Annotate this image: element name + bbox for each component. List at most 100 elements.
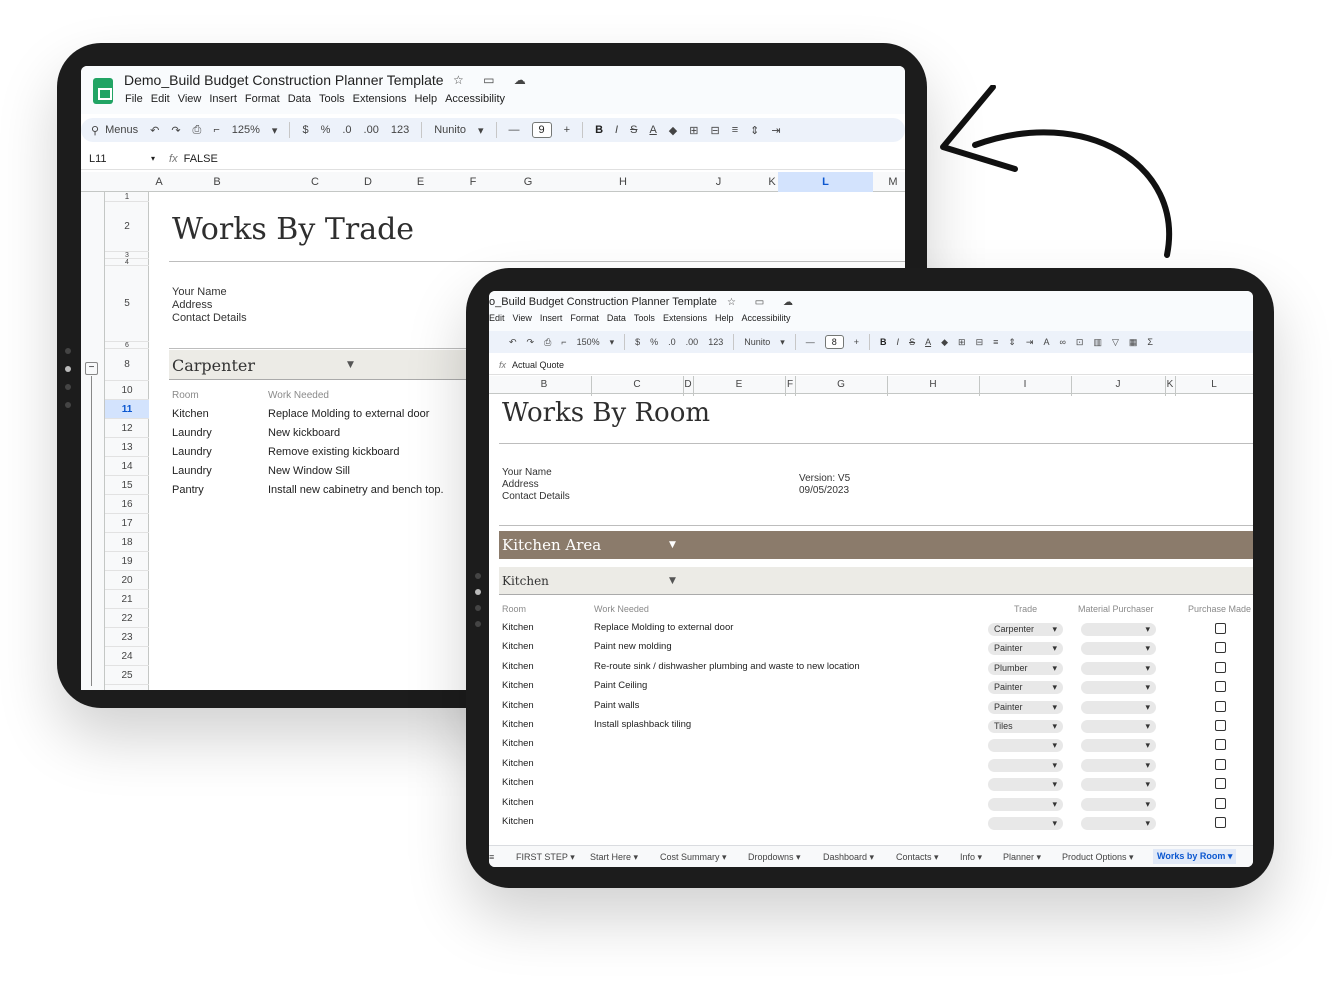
column-e[interactable]: E [693, 379, 785, 390]
zoom-select[interactable]: 125% [232, 124, 260, 136]
fill-color-icon[interactable]: ◆ [941, 337, 948, 348]
row-10[interactable]: 10 [105, 381, 149, 400]
column-g[interactable]: G [478, 176, 578, 188]
redo-icon[interactable]: ↷ [527, 337, 535, 348]
strikethrough-icon[interactable]: S [630, 124, 637, 136]
purchaser-dropdown[interactable] [1081, 681, 1156, 695]
bold-icon[interactable]: B [880, 337, 887, 347]
currency-button[interactable]: $ [302, 124, 308, 136]
currency-button[interactable]: $ [635, 337, 640, 347]
room-cell[interactable]: Kitchen [502, 797, 534, 808]
valign-icon[interactable]: ⇕ [750, 124, 759, 137]
row-16[interactable]: 16 [105, 495, 149, 514]
borders-icon[interactable]: ⊞ [958, 337, 966, 348]
room-cell[interactable]: Kitchen [502, 700, 534, 711]
menu-data[interactable]: Data [607, 313, 626, 323]
purchase-made-checkbox[interactable] [1215, 720, 1226, 731]
row-6[interactable]: 6 [105, 342, 149, 349]
purchaser-dropdown[interactable] [1081, 758, 1156, 772]
purchase-made-checkbox[interactable] [1215, 739, 1226, 751]
column-l[interactable]: L [1175, 379, 1253, 390]
column-a[interactable]: A [151, 176, 167, 188]
name-box[interactable]: L11 [81, 153, 151, 165]
redo-icon[interactable]: ↷ [171, 124, 180, 137]
bold-icon[interactable]: B [595, 124, 603, 136]
purchaser-dropdown[interactable] [1081, 623, 1156, 636]
menu-accessibility[interactable]: Accessibility [741, 313, 790, 323]
menu-format[interactable]: Format [245, 93, 280, 105]
trade-room-cell[interactable]: Pantry [172, 484, 204, 496]
formula-input[interactable]: FALSE [184, 153, 218, 165]
tab-product-options[interactable]: Product Options ▾ [1062, 852, 1134, 863]
formula-input[interactable]: Actual Quote [512, 360, 564, 370]
purchaser-dropdown[interactable] [1081, 797, 1156, 811]
fill-color-icon[interactable]: ◆ [669, 124, 677, 137]
kitchen-subsection[interactable]: Kitchen ▼ [499, 567, 1253, 595]
paint-format-icon[interactable]: ⌐ [213, 124, 219, 136]
doc-title[interactable]: Demo_Build Budget Construction Planner T… [124, 72, 444, 88]
filter-views-icon[interactable]: ▦ [1129, 337, 1138, 348]
menu-accessibility[interactable]: Accessibility [445, 93, 505, 105]
increase-decimal-button[interactable]: .00 [686, 337, 699, 347]
room-cell[interactable]: Kitchen [502, 719, 534, 730]
column-c[interactable]: C [267, 176, 363, 188]
chevron-down-icon[interactable]: ▾ [610, 337, 615, 348]
paint-format-icon[interactable]: ⌐ [561, 337, 566, 347]
row-5[interactable]: 5 [105, 266, 149, 342]
room-cell[interactable]: Kitchen [502, 777, 534, 788]
column-j[interactable]: J [681, 176, 756, 188]
purchase-made-checkbox[interactable] [1215, 797, 1226, 809]
menu-format[interactable]: Format [570, 313, 599, 323]
row-18[interactable]: 18 [105, 533, 149, 552]
trade-dropdown[interactable] [988, 797, 1063, 811]
column-i[interactable]: I [979, 379, 1071, 390]
trade-dropdown[interactable]: Painter [988, 642, 1063, 656]
row-17[interactable]: 17 [105, 514, 149, 533]
functions-icon[interactable]: Σ [1147, 337, 1153, 347]
row-20[interactable]: 20 [105, 571, 149, 590]
trade-dropdown[interactable]: Painter [988, 700, 1063, 714]
row-14[interactable]: 14 [105, 457, 149, 476]
trade-room-cell[interactable]: Kitchen [172, 408, 209, 420]
column-c[interactable]: C [591, 379, 683, 390]
tab-first-step[interactable]: FIRST STEP ▾ [516, 852, 575, 863]
all-sheets-icon[interactable]: ≡ [489, 852, 494, 862]
decrease-decimal-button[interactable]: .0 [668, 337, 676, 347]
star-move-cloud-icons[interactable]: ☆ ▭ ☁ [727, 297, 801, 308]
menu-edit[interactable]: Edit [151, 93, 170, 105]
column-k[interactable]: K [767, 176, 777, 188]
row-25[interactable]: 25 [105, 666, 149, 685]
trade-dropdown[interactable] [988, 817, 1063, 830]
chevron-down-icon[interactable]: ▾ [272, 124, 278, 137]
menus-search[interactable]: ⚲ Menus [91, 124, 138, 137]
row-8[interactable]: 8 [105, 349, 149, 381]
font-select[interactable]: Nunito [434, 124, 466, 136]
merge-cells-icon[interactable]: ⊟ [976, 337, 984, 348]
kitchen-area-band[interactable]: Kitchen Area ▼ [499, 531, 1253, 559]
collapse-group-icon[interactable]: − [85, 362, 98, 375]
menu-edit[interactable]: Edit [489, 313, 505, 323]
tab-cost-summary[interactable]: Cost Summary ▾ [660, 852, 727, 863]
percent-button[interactable]: % [650, 337, 658, 347]
work-cell[interactable]: Re-route sink / dishwasher plumbing and … [594, 661, 860, 672]
purchaser-dropdown[interactable] [1081, 661, 1156, 675]
menu-insert[interactable]: Insert [209, 93, 237, 105]
trade-work-cell[interactable]: New Window Sill [268, 465, 350, 477]
room-cell[interactable]: Kitchen [502, 758, 534, 769]
trade-work-cell[interactable]: New kickboard [268, 427, 340, 439]
chevron-down-icon[interactable]: ▾ [151, 154, 155, 163]
trade-work-cell[interactable]: Replace Molding to external door [268, 408, 429, 420]
work-cell[interactable]: Paint Ceiling [594, 680, 647, 691]
star-move-cloud-icons[interactable]: ☆ ▭ ☁ [453, 73, 534, 87]
purchase-made-checkbox[interactable] [1215, 778, 1226, 790]
text-color-icon[interactable]: A [649, 124, 656, 136]
chevron-down-icon[interactable]: ▼ [347, 360, 354, 370]
purchase-made-checkbox[interactable] [1215, 642, 1226, 654]
font-size-minus-icon[interactable]: — [806, 337, 815, 347]
work-cell[interactable]: Paint new molding [594, 641, 672, 652]
purchase-made-checkbox[interactable] [1215, 758, 1226, 770]
menu-file[interactable]: File [125, 93, 143, 105]
chevron-down-icon[interactable]: ▾ [780, 337, 785, 348]
purchase-made-checkbox[interactable] [1215, 661, 1226, 673]
column-d[interactable]: D [683, 379, 693, 390]
